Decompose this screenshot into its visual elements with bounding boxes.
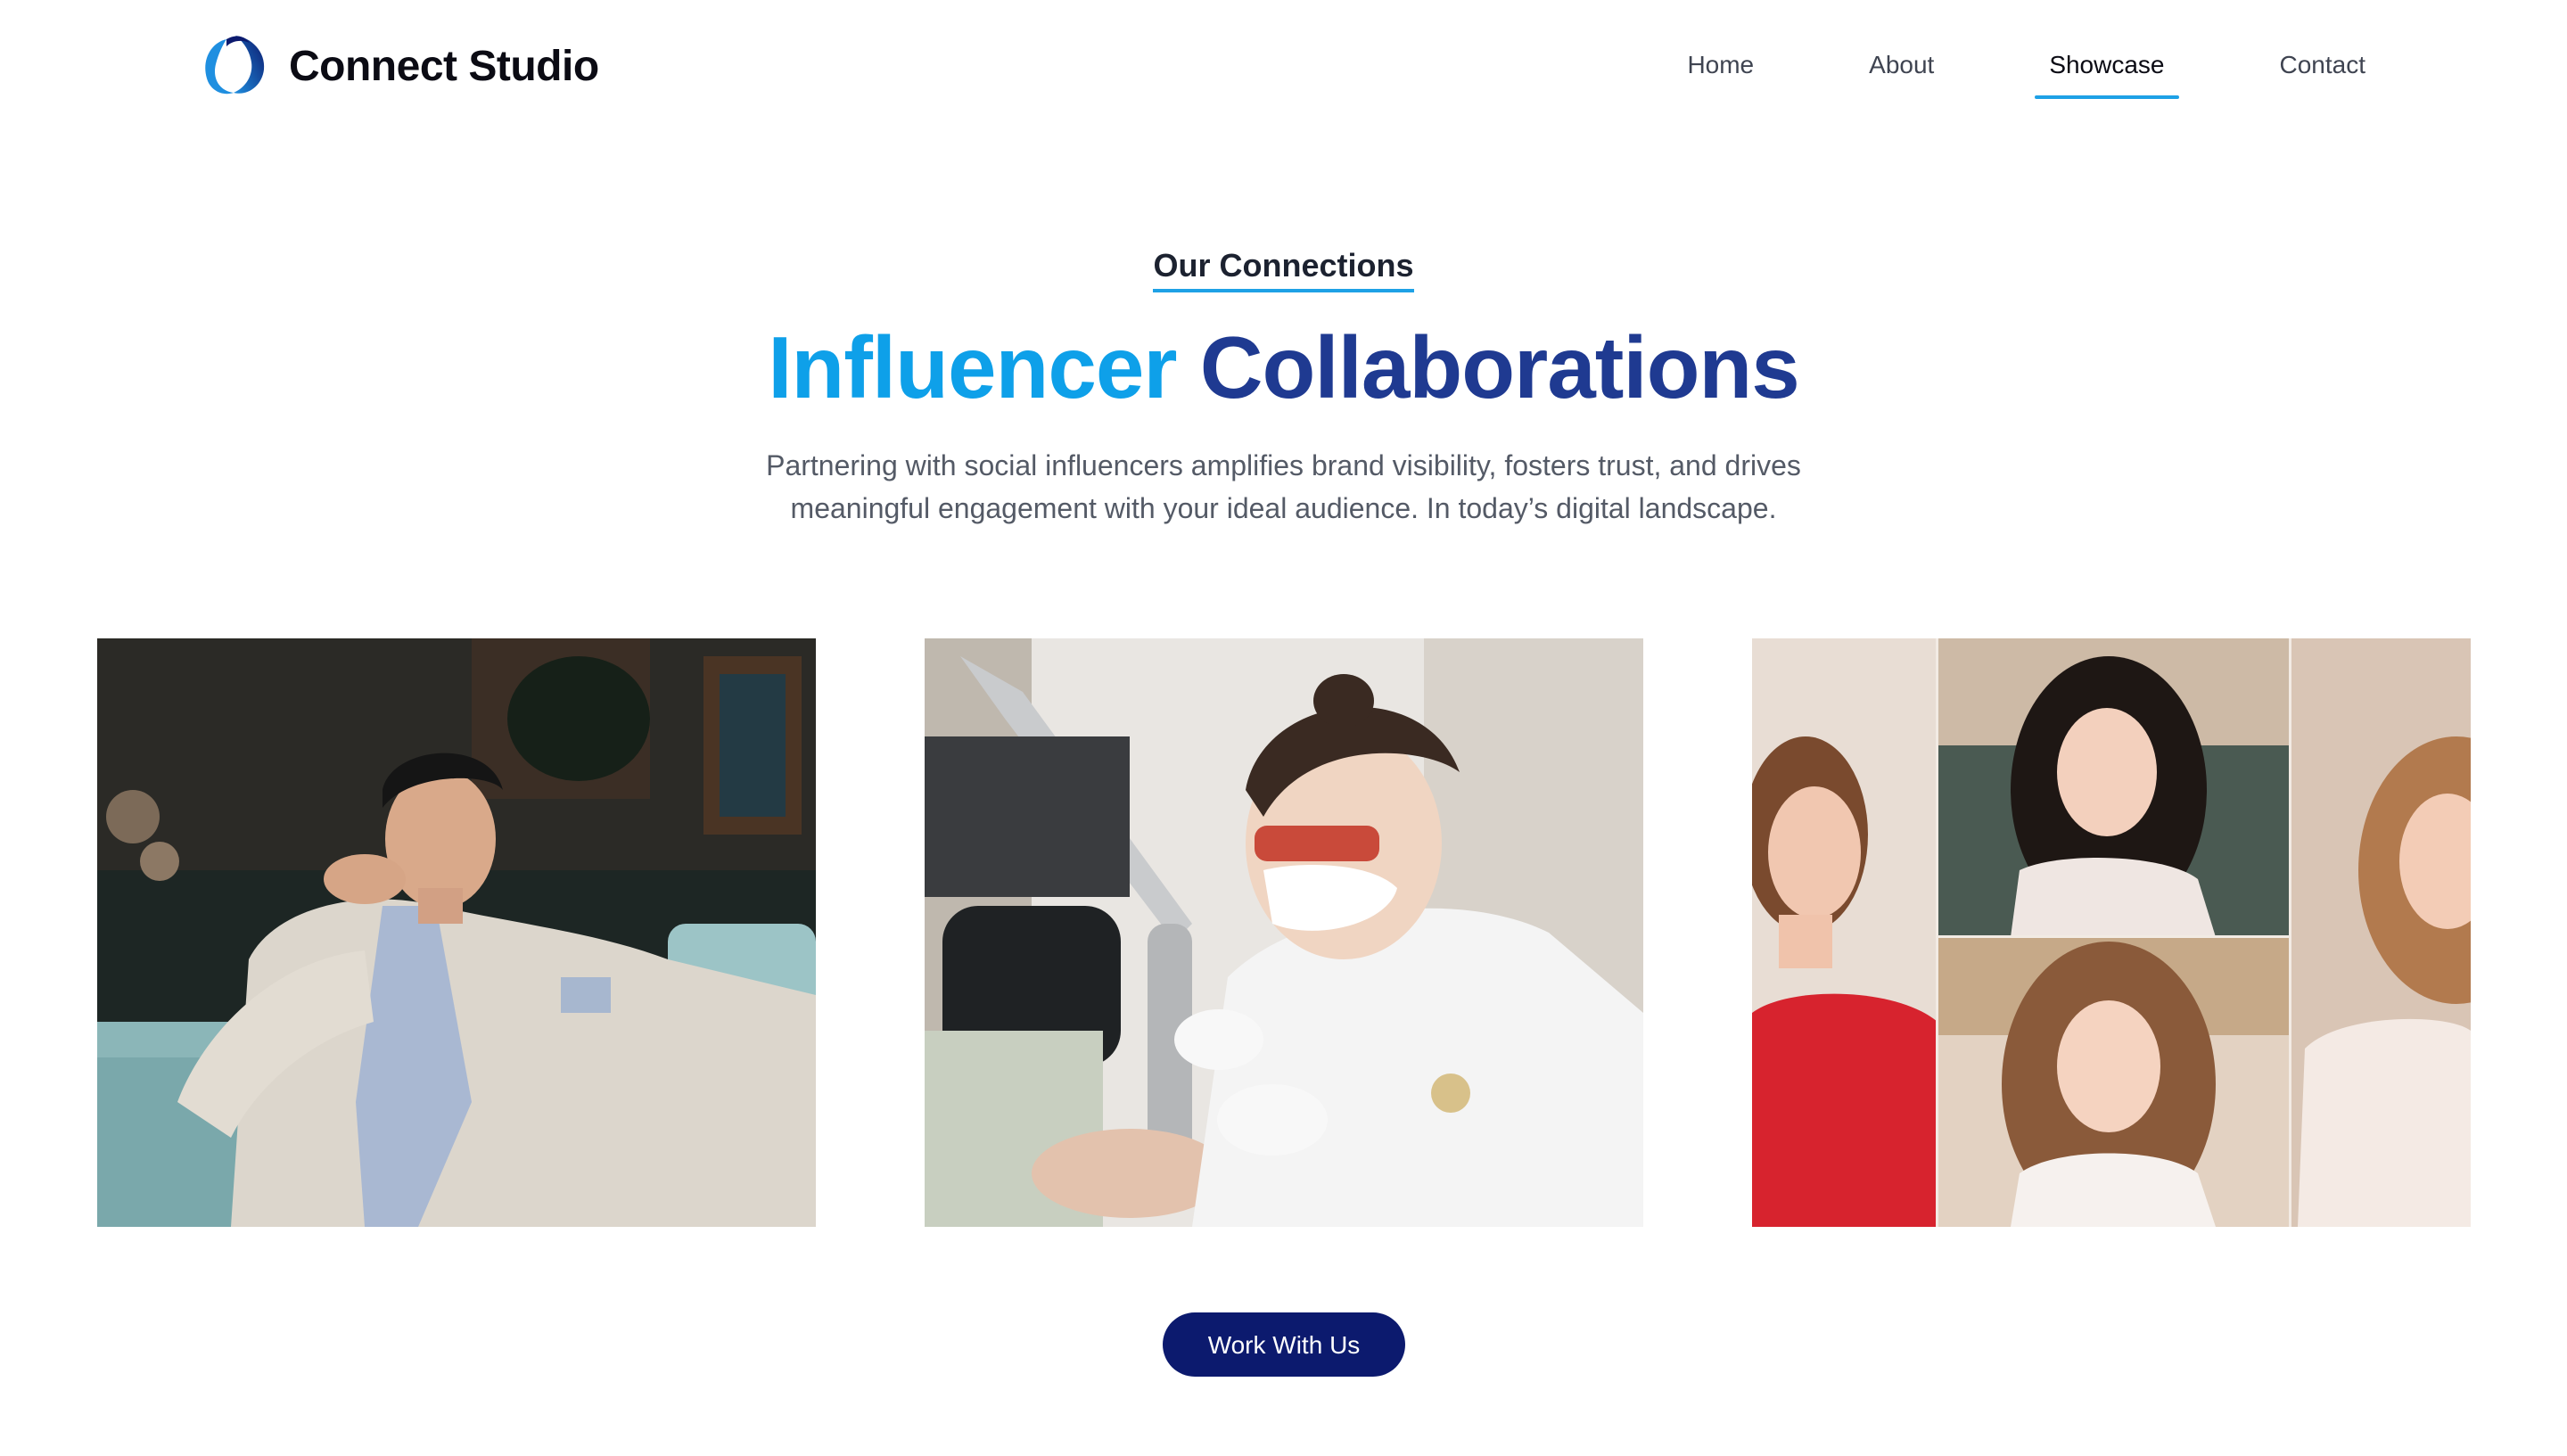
page: Connect Studio Home About Showcase Conta… <box>0 0 2567 1456</box>
nav-item-contact[interactable]: Contact <box>2266 48 2381 82</box>
intro-section: Our Connections Influencer Collaboration… <box>0 246 2567 530</box>
section-description: Partnering with social influencers ampli… <box>766 449 1801 524</box>
title-main: Collaborations <box>1199 318 1800 416</box>
nav-item-home[interactable]: Home <box>1673 48 1768 82</box>
page-title: Influencer Collaborations <box>0 316 2567 419</box>
work-with-us-button[interactable]: Work With Us <box>1163 1312 1405 1377</box>
showcase-image-2 <box>925 638 1643 1227</box>
showcase-image-1 <box>97 638 816 1227</box>
main-nav: Home About Showcase Contact <box>1586 48 2381 99</box>
section-eyebrow: Our Connections <box>1153 246 1414 292</box>
showcase-gallery <box>97 638 2471 1227</box>
ring-logo-icon <box>205 36 265 95</box>
brand-link[interactable]: Connect Studio <box>200 34 599 98</box>
title-accent: Influencer <box>768 318 1177 416</box>
site-header: Connect Studio Home About Showcase Conta… <box>0 0 2567 134</box>
showcase-image-3 <box>1752 638 2471 1227</box>
brand-name: Connect Studio <box>289 42 599 90</box>
nav-item-showcase[interactable]: Showcase <box>2035 48 2179 99</box>
nav-item-about[interactable]: About <box>1855 48 1948 82</box>
